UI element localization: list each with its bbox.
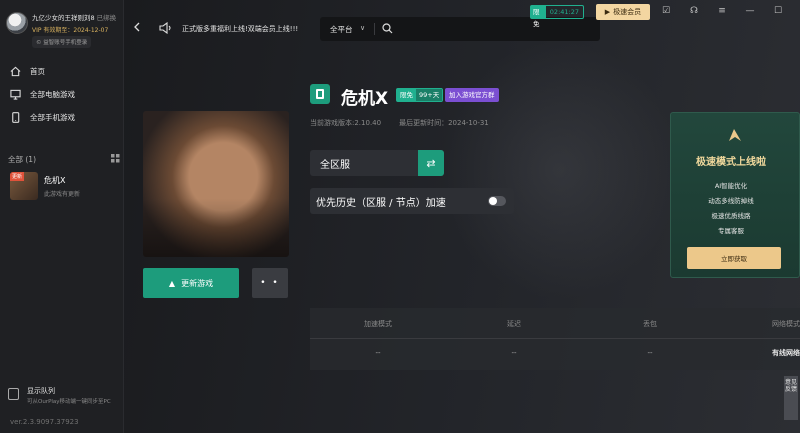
priority-toggle[interactable] <box>488 196 506 206</box>
promo-feature: AI智能优化 <box>714 182 748 190</box>
search-bar[interactable]: 全平台 ∨ <box>320 17 600 41</box>
timer-value: 02:41:27 <box>549 8 579 16</box>
list-item[interactable]: 更新 危机X 此游戏有更新 <box>10 172 120 202</box>
download-icon <box>8 388 19 400</box>
game-update-time: 最后更新时间：2024-10-31 <box>399 119 489 127</box>
app-version: ver.2.3.9097.37923 <box>10 418 79 426</box>
menu-icon[interactable]: ≡ <box>716 5 728 17</box>
main-panel: 正式版多重福利上线!双端会员上线!!! 全平台 ∨ 限免 02:41:27 ▶ … <box>124 0 800 433</box>
vip-button[interactable]: ▶ 极速会员 <box>596 4 650 20</box>
game-thumbnail: 更新 <box>10 172 38 200</box>
stats-header-row: 加速模式 延迟 丢包 网络模式 <box>310 310 800 338</box>
game-status: 此游戏有更新 <box>44 191 81 198</box>
username-text: 九亿少女的王祥则刘8 <box>32 14 95 22</box>
game-version-info: 当前游戏版本:2.10.40 最后更新时间：2024-10-31 <box>310 118 489 128</box>
search-icon[interactable] <box>382 23 393 34</box>
swap-icon[interactable]: ⇄ <box>418 150 444 176</box>
queue-subtitle: 可从OurPlay移动端一键同步至PC <box>27 399 111 405</box>
minimize-icon[interactable]: — <box>744 5 756 17</box>
speaker-icon <box>159 22 171 34</box>
promo-title: 极速模式上线啦 <box>696 157 766 168</box>
chevron-down-icon[interactable]: ∨ <box>360 24 365 32</box>
more-button[interactable]: • • <box>252 268 288 298</box>
game-title-heading: 危机X <box>341 89 389 109</box>
free-days: 99+天 <box>416 89 443 101</box>
android-icon: ▲ <box>168 278 176 288</box>
promo-feature: 专属客服 <box>718 227 744 235</box>
update-game-button[interactable]: ▲ 更新游戏 <box>143 268 239 298</box>
sidebar: 九亿少女的王祥则刘8 已绑换 VIP 有效期至：2024-12-07 © 益智账号… <box>0 0 124 433</box>
game-list-count: 全部 (1) <box>8 155 37 164</box>
join-group-button[interactable]: 加入游戏官方群 <box>445 88 499 102</box>
timer-tag: 限免 <box>531 6 546 28</box>
play-icon: ▶ <box>604 8 611 16</box>
sidebar-item-label: 全部手机游戏 <box>30 113 75 122</box>
stats-value: -- <box>511 349 517 357</box>
maximize-icon[interactable]: ☐ <box>772 5 784 17</box>
stats-header: 丢包 <box>643 320 657 328</box>
sidebar-nav: 首页 全部电脑游戏 全部手机游戏 <box>0 60 124 129</box>
stats-value: 有线网络 <box>772 349 800 357</box>
priority-history-option: 优先历史（区服 / 节点）加速 <box>310 188 514 214</box>
promo-features: AI智能优化 动态多线防掉线 极速优质线路 专属客服 <box>671 179 791 239</box>
platform-select[interactable]: 全平台 <box>330 24 353 35</box>
home-icon <box>10 66 21 77</box>
sidebar-item-label: 首页 <box>30 67 45 76</box>
sidebar-item-pc-games[interactable]: 全部电脑游戏 <box>0 83 124 106</box>
update-badge: 更新 <box>10 172 25 181</box>
get-now-button[interactable]: 立即获取 <box>687 247 781 269</box>
sidebar-item-mobile-games[interactable]: 全部手机游戏 <box>0 106 124 129</box>
promo-feature: 动态多线防掉线 <box>708 197 754 205</box>
phone-icon <box>12 112 20 123</box>
priority-label: 优先历史（区服 / 节点）加速 <box>316 198 446 209</box>
window-controls: ☑ ☊ ≡ — ☐ ✕ <box>660 5 800 17</box>
region-selector[interactable]: 全区服 ⇄ <box>310 150 444 176</box>
grid-view-icon[interactable] <box>111 154 120 165</box>
free-label: 限免 <box>397 89 416 101</box>
queue-title: 显示队列 <box>27 387 55 395</box>
announcement-text[interactable]: 正式版多重福利上线!双端会员上线!!! <box>182 24 298 34</box>
region-label: 全区服 <box>320 160 350 171</box>
vip-button-label: 极速会员 <box>613 8 642 16</box>
stats-value-row: -- -- -- 有线网络 <box>310 338 800 366</box>
stats-value: -- <box>375 349 381 357</box>
promo-feature: 极速优质线路 <box>711 212 751 220</box>
background-art <box>440 40 680 300</box>
user-profile[interactable]: 九亿少女的王祥则刘8 已绑换 VIP 有效期至：2024-12-07 © 益智账号… <box>6 8 120 56</box>
game-title: 危机X <box>44 176 66 185</box>
stats-value: -- <box>647 349 653 357</box>
acceleration-stats: 加速模式 延迟 丢包 网络模式 -- -- -- 有线网络 <box>310 308 800 370</box>
vip-label: VIP 有效期至： <box>32 27 74 34</box>
avatar[interactable] <box>6 12 28 34</box>
game-version: 当前游戏版本:2.10.40 <box>310 119 382 127</box>
bind-tag: 已绑换 <box>96 14 117 22</box>
game-list-header: 全部 (1) <box>8 154 120 165</box>
stats-header: 延迟 <box>507 320 521 328</box>
game-logo-icon <box>310 84 330 104</box>
promo-card: 极速模式上线啦 AI智能优化 动态多线防掉线 极速优质线路 专属客服 立即获取 <box>670 112 800 278</box>
username: 九亿少女的王祥则刘8 已绑换 <box>32 12 116 22</box>
monitor-icon <box>10 89 21 100</box>
top-bar: 正式版多重福利上线!双端会员上线!!! 全平台 ∨ 限免 02:41:27 ▶ … <box>124 0 800 44</box>
checkin-icon[interactable]: ☑ <box>660 5 672 17</box>
rocket-icon <box>729 129 741 141</box>
vip-expiry: VIP 有效期至：2024-12-07 <box>32 25 108 34</box>
sidebar-item-label: 全部电脑游戏 <box>30 90 75 99</box>
stats-header: 网络模式 <box>772 320 800 328</box>
sidebar-item-home[interactable]: 首页 <box>0 60 124 83</box>
update-button-label: 更新游戏 <box>181 278 214 288</box>
free-badge: 限免 99+天 <box>396 88 444 102</box>
game-cover <box>143 111 289 257</box>
back-arrow-icon[interactable] <box>132 22 142 32</box>
phone-login-button[interactable]: © 益智账号手机登录 <box>32 36 92 48</box>
stats-header: 加速模式 <box>364 320 392 328</box>
free-timer[interactable]: 限免 02:41:27 <box>530 5 584 28</box>
cover-shade <box>143 111 289 257</box>
headset-icon[interactable]: ☊ <box>688 5 700 17</box>
feedback-button[interactable]: 意见反馈 <box>784 376 798 420</box>
divider <box>374 23 375 35</box>
vip-date: 2024-12-07 <box>73 27 109 34</box>
